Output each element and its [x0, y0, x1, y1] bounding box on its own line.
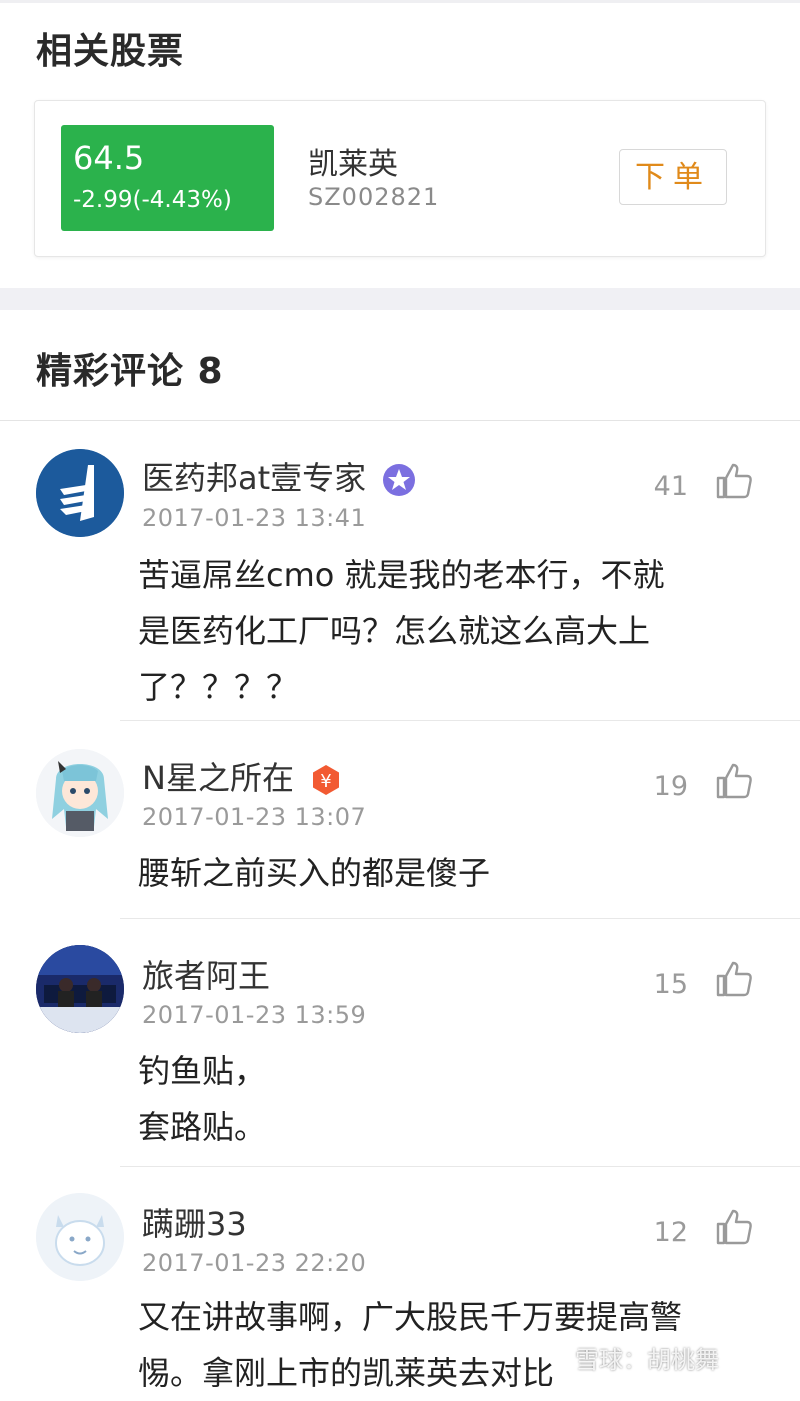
thumbs-up-icon[interactable]: [714, 959, 754, 999]
yen-badge-icon: ¥: [313, 765, 340, 795]
comment-text: 苦逼屌丝cmo 就是我的老本行，不就 是医药化工厂吗？怎么就这么高大上 了？？？…: [138, 556, 665, 706]
anime-girl-avatar-icon: [36, 749, 124, 837]
comment-item: 旅者阿王 2017-01-23 13:59 15 钓鱼贴， 套路贴。: [0, 919, 800, 1167]
avatar[interactable]: [36, 749, 124, 837]
thumbs-up-icon[interactable]: [714, 761, 754, 801]
username-text[interactable]: 蹒跚33: [142, 1205, 247, 1243]
stock-card[interactable]: 64.5 -2.99(-4.43%) 凯莱英 SZ002821 下单: [34, 100, 766, 257]
like-count: 12: [653, 1217, 688, 1248]
purple-star-badge-icon: [383, 464, 416, 496]
thumbs-up-icon[interactable]: [714, 461, 754, 501]
stock-name: 凯莱英: [308, 147, 398, 182]
comment-text: 钓鱼贴， 套路贴。: [138, 1052, 267, 1146]
comments-title: 精彩评论 8: [36, 351, 224, 392]
username-text[interactable]: 旅者阿王: [142, 957, 270, 995]
svg-text:¥: ¥: [320, 771, 331, 792]
conference-photo-avatar-icon: [36, 945, 124, 1033]
comment-time: 2017-01-23 13:41: [142, 504, 367, 532]
section-separator: [0, 288, 800, 310]
username[interactable]: 医药邦at壹专家: [142, 453, 416, 499]
price-box: 64.5 -2.99(-4.43%): [61, 125, 274, 231]
top-divider: [0, 0, 800, 3]
username[interactable]: 蹒跚33: [142, 1199, 247, 1245]
cartoon-cow-avatar-icon: [36, 1193, 124, 1281]
avatar[interactable]: [36, 449, 124, 537]
thumbs-up-icon[interactable]: [714, 1207, 754, 1247]
like-count: 15: [653, 969, 688, 1000]
stock-price: 64.5: [73, 139, 145, 177]
avatar[interactable]: [36, 945, 124, 1033]
like-count: 19: [653, 771, 688, 802]
username-text[interactable]: 医药邦at壹专家: [142, 459, 366, 497]
pharma-logo-icon: [36, 449, 124, 537]
comment-time: 2017-01-23 22:20: [142, 1249, 367, 1277]
watermark: 雪球：胡桃舞: [575, 1346, 719, 1374]
username[interactable]: 旅者阿王: [142, 951, 270, 997]
comment-text: 腰斩之前买入的都是傻子: [138, 854, 491, 892]
place-order-button[interactable]: 下单: [619, 149, 727, 205]
stock-code: SZ002821: [308, 183, 440, 211]
username-text[interactable]: N星之所在: [142, 759, 294, 797]
username[interactable]: N星之所在 ¥: [142, 753, 342, 799]
related-stocks-title: 相关股票: [36, 31, 185, 72]
avatar[interactable]: [36, 1193, 124, 1281]
like-count: 41: [653, 471, 688, 502]
comment-time: 2017-01-23 13:59: [142, 1001, 367, 1029]
comment-item: 医药邦at壹专家 2017-01-23 13:41 41 苦逼屌丝cmo 就是我…: [0, 421, 800, 721]
comment-item: N星之所在 ¥ 2017-01-23 13:07 19 腰斩之前买入的都是傻子: [0, 721, 800, 918]
comment-time: 2017-01-23 13:07: [142, 803, 367, 831]
stock-change: -2.99(-4.43%): [73, 187, 232, 213]
